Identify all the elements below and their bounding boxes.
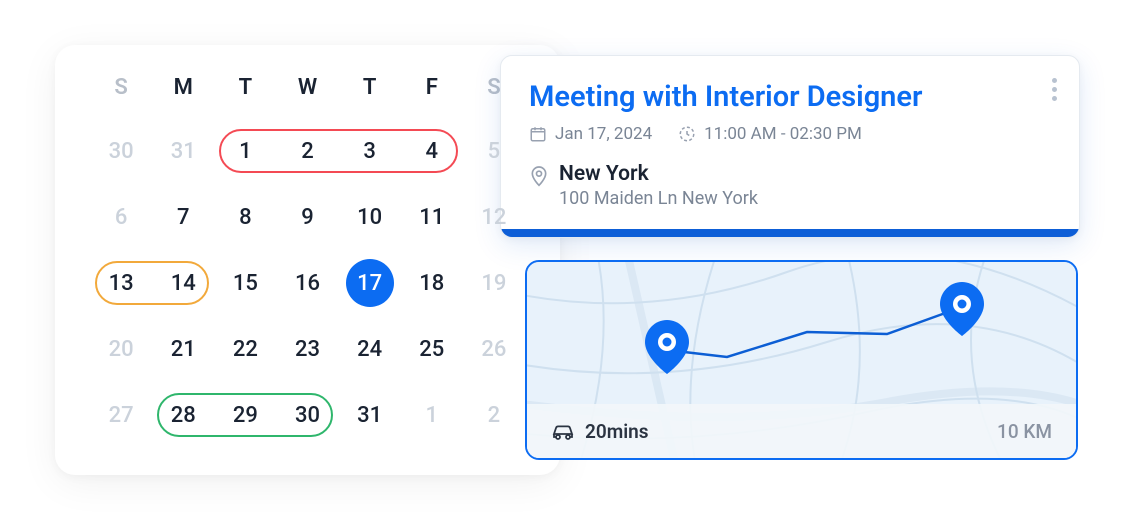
calendar-day[interactable]: 31 [152, 128, 214, 174]
calendar-day[interactable]: 7 [152, 194, 214, 240]
calendar-day[interactable]: 10 [339, 194, 401, 240]
calendar-grid: SMTWTFS303112345678910111213141516171819… [90, 75, 525, 438]
calendar-day[interactable]: 1 [401, 392, 463, 438]
calendar-day[interactable]: 2 [276, 128, 338, 174]
calendar-day[interactable]: 20 [90, 326, 152, 372]
calendar-day[interactable]: 28 [152, 392, 214, 438]
meeting-accent-bar [501, 229, 1079, 237]
calendar-day[interactable]: 17 [339, 260, 401, 306]
calendar-day[interactable]: 8 [214, 194, 276, 240]
calendar-day[interactable]: 11 [401, 194, 463, 240]
calendar-day[interactable]: 16 [276, 260, 338, 306]
location-icon [529, 165, 549, 189]
meeting-date: Jan 17, 2024 [555, 124, 652, 144]
calendar-day[interactable]: 14 [152, 260, 214, 306]
meeting-meta: Jan 17, 2024 11:00 AM - 02:30 PM [529, 124, 1051, 144]
map-footer: 20mins 10 KM [527, 404, 1076, 458]
calendar-day[interactable]: 1 [214, 128, 276, 174]
location-city: New York [559, 162, 758, 186]
calendar-weekday: S [90, 75, 152, 108]
calendar-weekday: W [276, 75, 338, 108]
meeting-title: Meeting with Interior Designer [529, 80, 1051, 114]
calendar-day[interactable]: 4 [401, 128, 463, 174]
calendar-day[interactable]: 3 [339, 128, 401, 174]
map-distance: 10 KM [997, 420, 1052, 443]
calendar-card: SMTWTFS303112345678910111213141516171819… [55, 45, 560, 475]
meeting-time: 11:00 AM - 02:30 PM [704, 124, 862, 144]
calendar-day[interactable]: 15 [214, 260, 276, 306]
calendar-day[interactable]: 9 [276, 194, 338, 240]
calendar-day[interactable]: 18 [401, 260, 463, 306]
calendar-day[interactable]: 26 [463, 326, 525, 372]
calendar-day[interactable]: 19 [463, 260, 525, 306]
calendar-day[interactable]: 6 [90, 194, 152, 240]
kebab-menu-icon[interactable] [1052, 78, 1057, 101]
calendar-weekday: F [401, 75, 463, 108]
calendar-day[interactable]: 24 [339, 326, 401, 372]
calendar-day[interactable]: 2 [463, 392, 525, 438]
clock-icon [678, 125, 696, 143]
calendar-day[interactable]: 31 [339, 392, 401, 438]
calendar-day[interactable]: 30 [276, 392, 338, 438]
car-icon [551, 421, 575, 441]
calendar-weekday: T [339, 75, 401, 108]
calendar-day[interactable]: 23 [276, 326, 338, 372]
meeting-card[interactable]: Meeting with Interior Designer Jan 17, 2… [500, 55, 1080, 238]
map-duration: 20mins [585, 420, 649, 443]
calendar-icon [529, 125, 547, 143]
meeting-location: New York 100 Maiden Ln New York [529, 162, 1051, 209]
calendar-day[interactable]: 13 [90, 260, 152, 306]
calendar-day[interactable]: 21 [152, 326, 214, 372]
calendar-day[interactable]: 22 [214, 326, 276, 372]
calendar-day[interactable]: 29 [214, 392, 276, 438]
calendar-weekday: T [214, 75, 276, 108]
calendar-day[interactable]: 27 [90, 392, 152, 438]
calendar-day[interactable]: 30 [90, 128, 152, 174]
location-address: 100 Maiden Ln New York [559, 188, 758, 209]
map-card[interactable]: 20mins 10 KM [525, 260, 1078, 460]
calendar-day[interactable]: 25 [401, 326, 463, 372]
calendar-weekday: M [152, 75, 214, 108]
